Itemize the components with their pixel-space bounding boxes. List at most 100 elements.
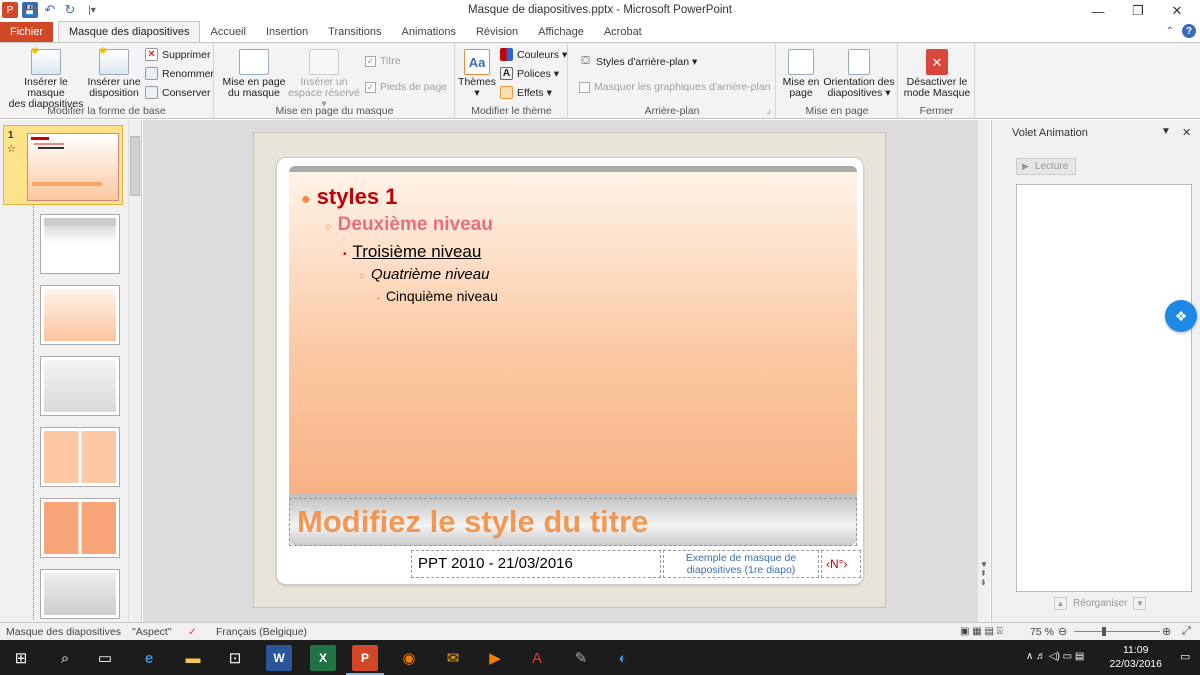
zoom-in-icon[interactable]: ⊕ <box>1162 625 1171 638</box>
footers-checkbox[interactable]: ✓ Pieds de page <box>365 81 447 93</box>
page-number-placeholder[interactable]: ‹N°› <box>821 550 861 578</box>
tab-masque-des-diapositives[interactable]: Masque des diapositives <box>58 21 201 42</box>
pane-options-dropdown-icon[interactable]: ▼ <box>1161 126 1171 137</box>
app-icon-blue[interactable]: ◐ <box>610 645 636 671</box>
windows-start-icon[interactable]: ⊞ <box>8 645 34 671</box>
scroll-arrows-icon[interactable]: ▼ ⇞ ⇟ <box>980 560 988 587</box>
pane-close-icon[interactable]: ✕ <box>1182 126 1191 139</box>
slide-orientation-button[interactable]: Orientation des diapositives ▾ <box>821 49 897 99</box>
layout-thumbnail-6[interactable] <box>40 569 120 619</box>
powerpoint-taskbar-icon[interactable]: P <box>352 645 378 671</box>
excel-icon[interactable]: X <box>310 645 336 671</box>
title-check-icon: ✓ <box>365 55 376 67</box>
action-center-icon[interactable]: ▭ <box>1180 650 1190 663</box>
title-placeholder-outline <box>289 498 857 546</box>
effects-button[interactable]: Effets ▾ <box>500 86 552 99</box>
insert-placeholder-button[interactable]: Insérer un espace réservé ▾ <box>287 49 361 110</box>
level5-text[interactable]: • Cinquième niveau <box>377 288 498 304</box>
customize-qat-icon[interactable]: |▾ <box>82 2 102 18</box>
acrobat-icon[interactable]: A <box>524 645 550 671</box>
slide-scrollbar[interactable]: ▼ ⇞ ⇟ <box>977 120 990 622</box>
task-view-icon[interactable]: ▭ <box>92 645 118 671</box>
thumbnails-scrollbar[interactable] <box>128 120 141 622</box>
edge-browser-icon[interactable]: e <box>136 645 162 671</box>
tab-accueil[interactable]: Accueil <box>200 22 255 42</box>
move-up-icon[interactable]: ▲ <box>1054 597 1067 610</box>
outlook-icon[interactable]: ✉ <box>440 645 466 671</box>
dropbox-icon[interactable]: ❖ <box>1165 300 1197 332</box>
fit-slide-icon[interactable]: ⤢ <box>1182 625 1191 638</box>
view-buttons-icon[interactable]: ▣ ▦ ▤ ⍓ <box>960 626 1003 637</box>
zoom-level[interactable]: 75 % <box>1030 626 1054 638</box>
hide-background-checkbox[interactable]: Masquer les graphiques d'arrière-plan <box>579 81 771 93</box>
master-layout-button[interactable]: Mise en page du masque <box>219 49 289 99</box>
file-explorer-icon[interactable]: ▬ <box>180 645 206 671</box>
tab-acrobat[interactable]: Acrobat <box>594 22 652 42</box>
play-button[interactable]: ▶ Lecture <box>1016 158 1076 175</box>
status-language[interactable]: Français (Belgique) <box>216 626 307 638</box>
firefox-icon[interactable]: ◉ <box>396 645 422 671</box>
level1-text[interactable]: ● styles 1 <box>301 184 397 210</box>
animation-list[interactable] <box>1016 184 1192 592</box>
content-placeholder[interactable]: ● styles 1 ○ Deuxième niveau • Troisième ni… <box>289 166 857 498</box>
tab-affichage[interactable]: Affichage <box>528 22 594 42</box>
word-icon[interactable]: W <box>266 645 292 671</box>
spellcheck-icon[interactable]: ✓ <box>188 626 197 638</box>
page-setup-button[interactable]: Mise en page <box>779 49 823 99</box>
redo-icon[interactable]: ↻ <box>62 2 78 18</box>
zoom-slider[interactable] <box>1074 627 1160 636</box>
clock[interactable]: 11:09 22/03/2016 <box>1109 643 1162 671</box>
master-thumbnail-preview <box>27 133 119 201</box>
group-modifier-le-theme: Aa Thèmes ▾ Couleurs ▾ A Polices ▾ Effet… <box>456 43 568 118</box>
colors-button[interactable]: Couleurs ▾ <box>500 48 567 61</box>
insert-layout-button[interactable]: ✷ Insérer une disposition <box>86 45 142 99</box>
level3-text[interactable]: • Troisième niveau <box>343 242 481 262</box>
tray-icons[interactable]: ∧ ♬ ◁) ▭ ▤ <box>1026 651 1084 662</box>
thumbnails-scroll-thumb[interactable] <box>130 136 140 196</box>
selected-master-thumbnail[interactable]: 1 ☆ <box>3 125 123 205</box>
ribbon-right-controls: ⌃ ? <box>1166 24 1196 38</box>
media-player-icon[interactable]: ▶ <box>482 645 508 671</box>
store-icon[interactable]: ⊡ <box>222 645 248 671</box>
slide-canvas: ● styles 1 ○ Deuxième niveau • Troisième ni… <box>253 132 886 608</box>
powerpoint-app-icon[interactable]: P <box>2 2 18 18</box>
layout-thumbnail-1[interactable] <box>40 214 120 274</box>
fonts-button[interactable]: A Polices ▾ <box>500 67 559 80</box>
tab-transitions[interactable]: Transitions <box>318 22 391 42</box>
search-icon[interactable]: ⌕ <box>52 645 78 671</box>
title-checkbox[interactable]: ✓ Titre <box>365 55 401 67</box>
layout-thumbnail-4[interactable] <box>40 427 120 487</box>
close-master-view-button[interactable]: ✕ Désactiver le mode Masque <box>903 49 971 99</box>
effects-icon <box>500 86 513 99</box>
level4-text[interactable]: ○ Quatrième niveau <box>359 266 489 283</box>
date-footer-placeholder[interactable]: PPT 2010 - 21/03/2016 <box>411 550 661 578</box>
zoom-slider-thumb[interactable] <box>1102 627 1106 636</box>
close-button[interactable]: ✕ <box>1154 0 1200 22</box>
insert-master-button[interactable]: ✷ Insérer le masque des diapositives <box>4 45 88 110</box>
delete-button[interactable]: ✕ Supprimer <box>145 48 210 61</box>
save-icon[interactable]: 💾 <box>22 2 38 18</box>
paint-icon[interactable]: ✎ <box>568 645 594 671</box>
tab-insertion[interactable]: Insertion <box>256 22 318 42</box>
move-down-icon[interactable]: ▼ <box>1133 597 1147 610</box>
themes-button[interactable]: Aa Thèmes ▾ <box>458 49 496 99</box>
group-label-close: Fermer <box>919 105 954 117</box>
zoom-out-icon[interactable]: ⊖ <box>1058 625 1067 638</box>
level5-bullet-icon: • <box>377 294 380 303</box>
layout-thumbnail-3[interactable] <box>40 356 120 416</box>
background-styles-button[interactable]: ⛋ Styles d'arrière-plan ▾ <box>579 55 697 68</box>
undo-icon[interactable]: ↶ <box>42 2 58 18</box>
preserve-button[interactable]: Conserver <box>145 86 210 99</box>
footer-text-placeholder[interactable]: Exemple de masque de diapositives (1re d… <box>663 550 819 578</box>
layout-thumbnail-2[interactable] <box>40 285 120 345</box>
layout-thumbnail-5[interactable] <box>40 498 120 558</box>
tab-fichier[interactable]: Fichier <box>0 22 54 42</box>
collapse-ribbon-icon[interactable]: ⌃ <box>1166 26 1174 37</box>
rename-button[interactable]: Renommer <box>145 67 214 80</box>
background-dialog-launcher-icon[interactable]: ⌟ <box>767 105 771 116</box>
level2-text[interactable]: ○ Deuxième niveau <box>325 214 493 236</box>
tab-revision[interactable]: Révision <box>466 22 528 42</box>
tab-animations[interactable]: Animations <box>392 22 466 42</box>
animation-pane-title: Volet Animation <box>1012 127 1088 139</box>
help-icon[interactable]: ? <box>1182 24 1196 38</box>
